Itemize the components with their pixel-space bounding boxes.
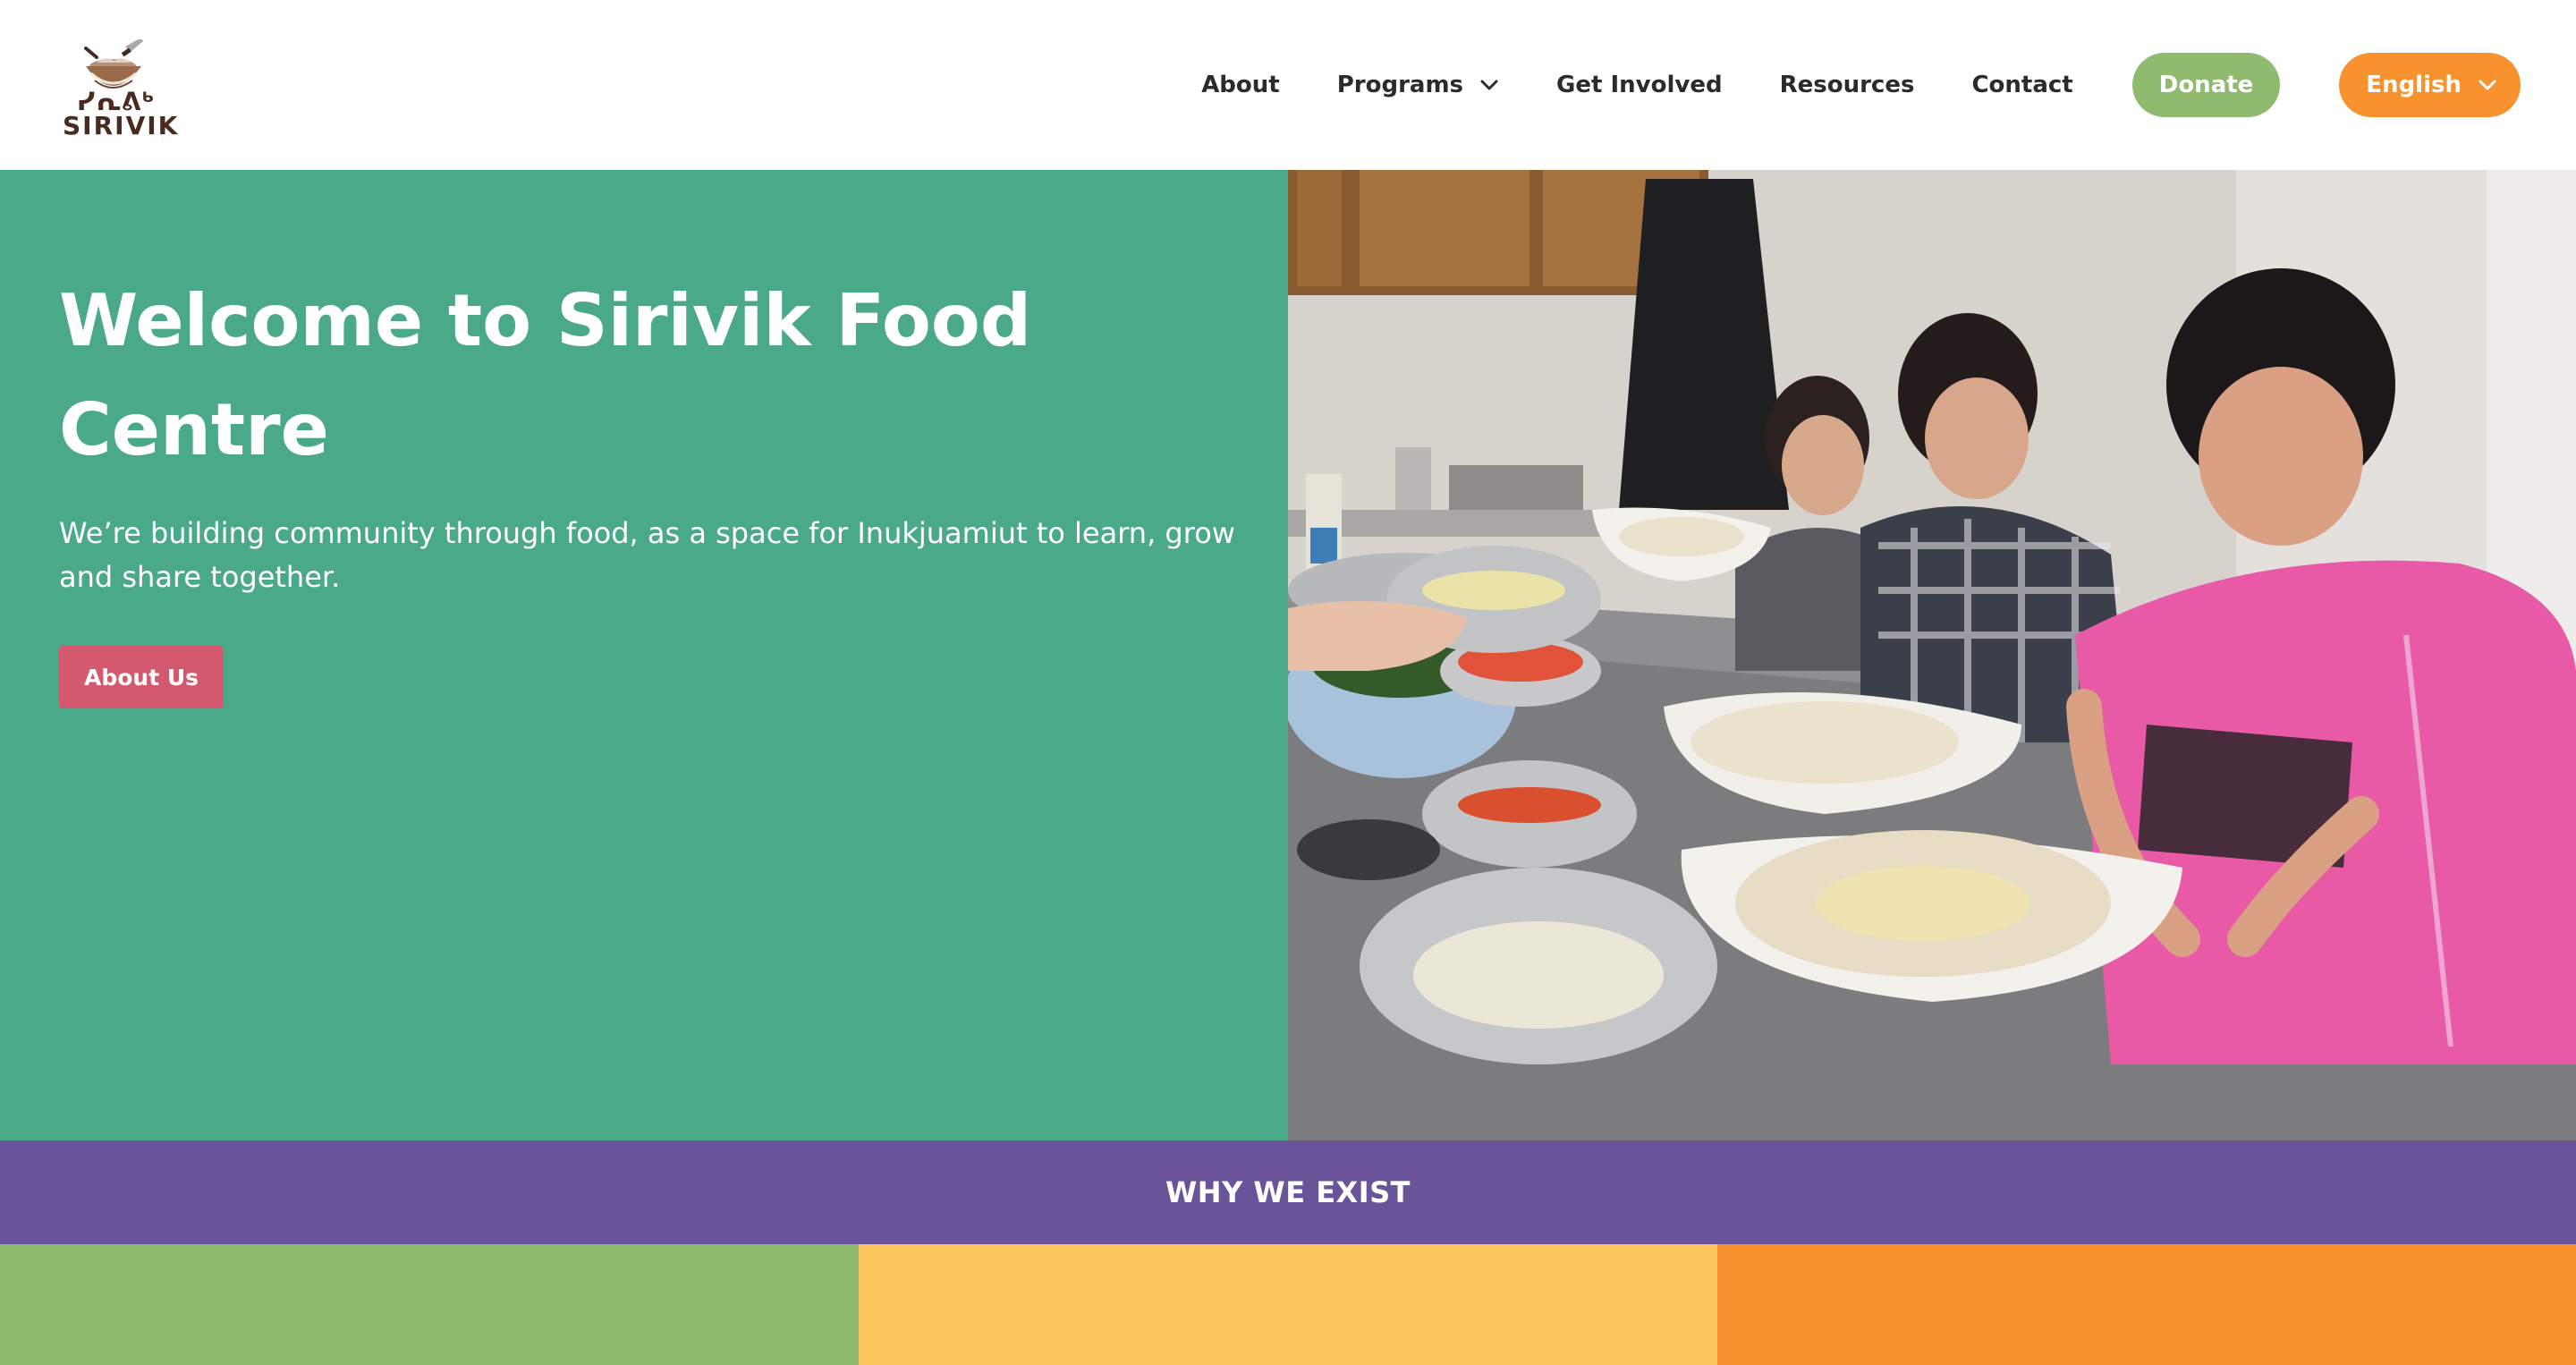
color-block-yellow bbox=[859, 1244, 1717, 1365]
nav-item-label: Resources bbox=[1779, 72, 1915, 98]
nav-item-about[interactable]: About bbox=[1201, 72, 1280, 98]
kitchen-photo-illustration bbox=[1288, 170, 2576, 1140]
color-blocks bbox=[0, 1244, 2576, 1365]
hero-title: Welcome to Sirivik Food Centre bbox=[59, 279, 1032, 471]
donate-button[interactable]: Donate bbox=[2131, 53, 2281, 117]
color-block-orange bbox=[1717, 1244, 2576, 1365]
hero-photo bbox=[1288, 170, 2576, 1140]
logo[interactable]: ᓯᕆᕕᒃ SIRIVIK bbox=[59, 30, 177, 147]
why-we-exist-heading: WHY WE EXIST bbox=[1165, 1175, 1411, 1209]
donate-button-label: Donate bbox=[2158, 72, 2254, 98]
language-select-label: English bbox=[2366, 72, 2462, 98]
main-nav: About Programs Get Involved Resources Co… bbox=[1201, 52, 2521, 118]
about-us-button-label: About Us bbox=[84, 664, 199, 691]
nav-item-programs[interactable]: Programs bbox=[1337, 72, 1499, 98]
nav-item-contact[interactable]: Contact bbox=[1971, 72, 2072, 98]
nav-item-label: Programs bbox=[1336, 72, 1464, 98]
nav-item-label: Contact bbox=[1971, 72, 2073, 98]
logo-wordmark: SIRIVIK bbox=[63, 111, 180, 140]
nav-item-label: About bbox=[1201, 72, 1280, 98]
nav-item-get-involved[interactable]: Get Involved bbox=[1556, 72, 1723, 98]
language-select[interactable]: English bbox=[2339, 53, 2521, 117]
chevron-down-icon bbox=[2479, 80, 2496, 90]
color-block-green bbox=[0, 1244, 859, 1365]
nav-item-resources[interactable]: Resources bbox=[1780, 72, 1915, 98]
nav-item-label: Get Involved bbox=[1556, 72, 1723, 98]
hero-subtitle: We’re building community through food, a… bbox=[59, 516, 1235, 594]
why-we-exist-band: WHY WE EXIST bbox=[0, 1140, 2576, 1244]
site-header: ᓯᕆᕕᒃ SIRIVIK About Programs Get Involved… bbox=[0, 0, 2576, 170]
chevron-down-icon bbox=[1480, 80, 1498, 90]
about-us-button[interactable]: About Us bbox=[59, 646, 225, 708]
